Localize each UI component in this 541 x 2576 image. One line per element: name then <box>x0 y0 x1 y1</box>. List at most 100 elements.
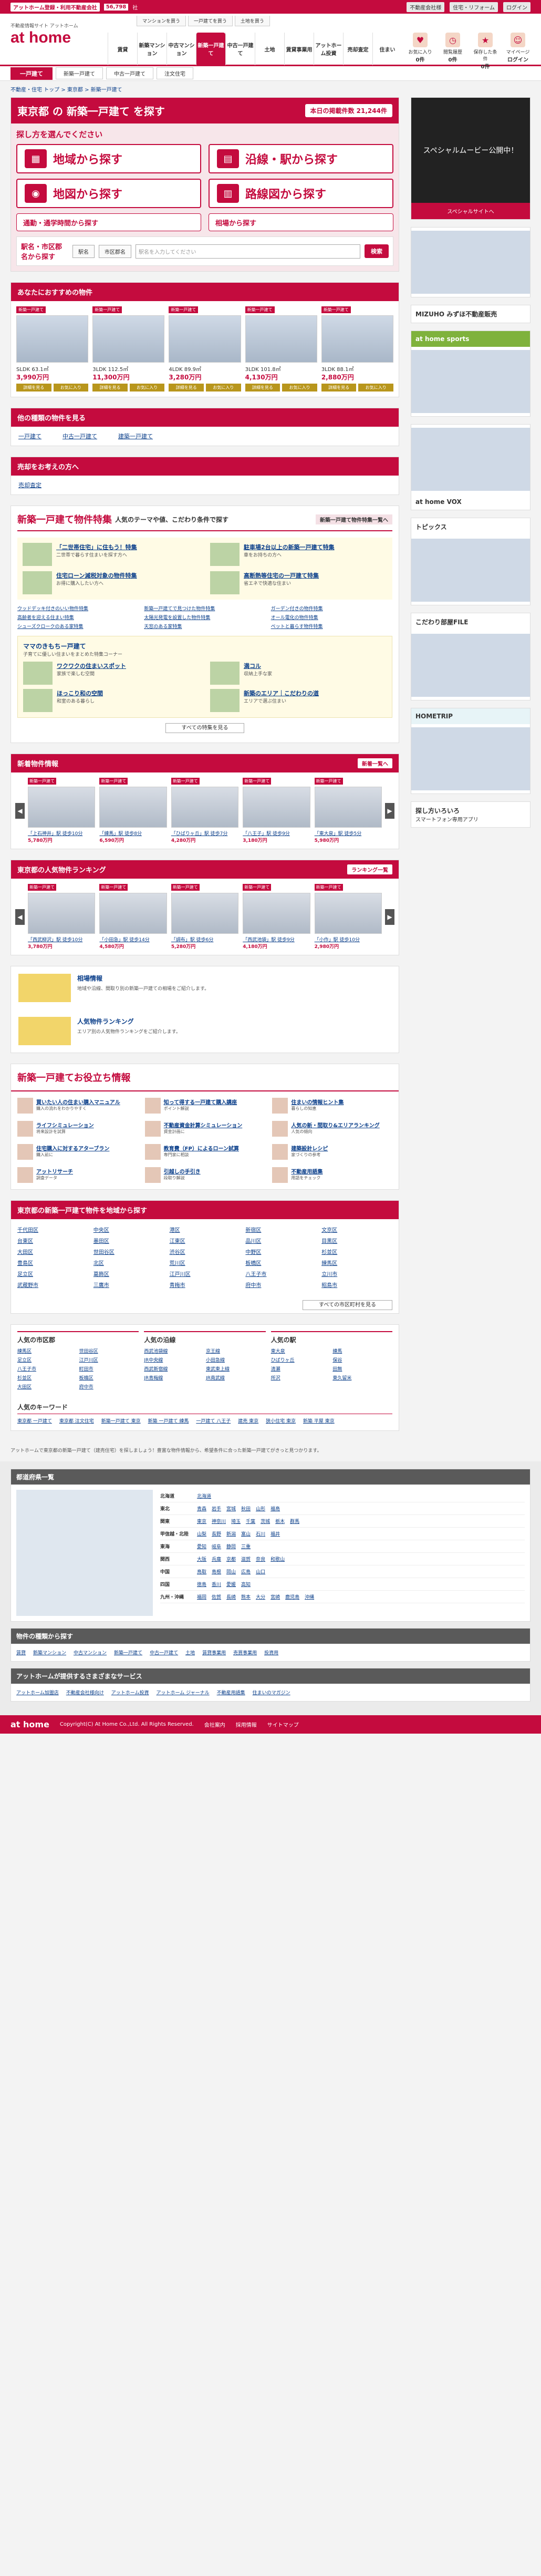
pref-link[interactable]: 文京区 <box>321 1225 392 1233</box>
top-link[interactable]: 住宅・リフォーム <box>450 2 498 12</box>
ranking-banner[interactable] <box>18 1017 71 1045</box>
property-card[interactable]: 新築一戸建て 3LDK 101.8㎡ 4,130万円 詳細を見る お気に入り <box>245 306 317 391</box>
sports-banner[interactable]: at home sports <box>415 335 526 343</box>
detail-button[interactable]: 詳細を見る <box>92 384 128 391</box>
ranking-location[interactable]: 「小作」駅 徒歩10分 <box>315 936 382 943</box>
keyword-link[interactable]: 狭小住宅 東京 <box>266 1417 296 1424</box>
pref-link[interactable]: 豊島区 <box>17 1259 88 1266</box>
all-cities-link[interactable]: すべての市区町村を見る <box>303 1300 392 1310</box>
footer-link[interactable]: 採用情報 <box>236 1720 257 1728</box>
next-arrow-icon[interactable]: ▶ <box>385 802 394 819</box>
useful-title[interactable]: ライフシミュレーション <box>36 1121 94 1129</box>
category-current[interactable]: 一戸建て <box>11 67 53 80</box>
app-link[interactable]: スマートフォン専用アプリ <box>415 815 526 823</box>
theme-title[interactable]: 住宅ローン減税対象の物件特集 <box>56 571 137 580</box>
listing-location[interactable]: 「練馬」駅 徒歩8分 <box>99 830 167 837</box>
prefecture-link[interactable]: 岡山 <box>226 1568 236 1575</box>
useful-item[interactable]: 買いたい人の住まい購入マニュアル 購入の流れをわかりやすく <box>17 1098 138 1114</box>
station-link[interactable]: 清瀬 <box>271 1365 331 1372</box>
city-link[interactable]: 大田区 <box>17 1383 77 1390</box>
property-card[interactable]: 新築一戸建て 4LDK 89.9㎡ 3,280万円 詳細を見る お気に入り <box>169 306 241 391</box>
useful-title[interactable]: 買いたい人の住まい購入マニュアル <box>36 1098 120 1106</box>
keyword-link[interactable]: 一戸建て 八王子 <box>196 1417 231 1424</box>
trip-image[interactable] <box>411 727 530 790</box>
property-image[interactable] <box>92 315 165 363</box>
next-arrow-icon[interactable]: ▶ <box>385 909 394 925</box>
ranking-image[interactable] <box>171 893 239 934</box>
ranking-card[interactable]: 新築一戸建て 「小田急」駅 徒歩14分 4,580万円 <box>99 884 167 950</box>
detail-button[interactable]: 詳細を見る <box>321 384 357 391</box>
useful-item[interactable]: 教育費（FP）によるローン試算 専門家に相談 <box>144 1144 265 1160</box>
ranking-location[interactable]: 「調布」駅 徒歩6分 <box>171 936 238 943</box>
ranking-location[interactable]: 「小田急」駅 徒歩14分 <box>99 936 167 943</box>
pref-link[interactable]: 北区 <box>93 1259 164 1266</box>
feature-item-title[interactable]: 新築のエリア｜こだわりの道 <box>244 689 319 697</box>
prefecture-link[interactable]: 青森 <box>197 1505 206 1512</box>
prefecture-link[interactable]: 福井 <box>270 1530 280 1537</box>
pref-link[interactable]: 武蔵野市 <box>17 1281 88 1289</box>
prefecture-link[interactable]: 三重 <box>241 1543 251 1550</box>
listing-image[interactable] <box>99 787 167 828</box>
prefecture-link[interactable]: 宮崎 <box>270 1593 280 1600</box>
history-button[interactable]: ◷ 閲覧履歴 0件 <box>440 33 465 70</box>
theme-item[interactable]: 「二世帯住宅」に住もう！特集 二世帯で暮らす住まいを探す方へ <box>23 543 200 566</box>
favorite-button[interactable]: ♥ お気に入り 0件 <box>408 33 433 70</box>
subtab[interactable]: 一戸建てを買う <box>188 16 233 26</box>
favorite-button[interactable]: お気に入り <box>206 384 241 391</box>
prefecture-link[interactable]: 愛媛 <box>226 1581 236 1588</box>
service-link[interactable]: 不動産用語集 <box>217 1689 245 1696</box>
feature-item-title[interactable]: ワクワクの住まいスポット <box>57 662 126 670</box>
listing-location[interactable]: 「八王子」駅 徒歩9分 <box>243 830 310 837</box>
detail-button[interactable]: 詳細を見る <box>245 384 280 391</box>
listing-card[interactable]: 新築一戸建て 「上石神井」駅 徒歩10分 5,780万円 <box>28 778 96 843</box>
city-link[interactable]: 江戸川区 <box>79 1356 139 1363</box>
property-card[interactable]: 新築一戸建て 3LDK 112.5㎡ 11,300万円 詳細を見る お気に入り <box>92 306 165 391</box>
nav-item[interactable]: アットホーム投資 <box>314 33 343 65</box>
prefecture-link[interactable]: 山梨 <box>197 1530 206 1537</box>
nav-item[interactable]: 新築マンション <box>137 33 167 65</box>
city-link[interactable]: 世田谷区 <box>79 1347 139 1354</box>
favorite-button[interactable]: お気に入り <box>53 384 89 391</box>
market-banner[interactable] <box>18 974 71 1002</box>
footer-logo[interactable]: at home <box>11 1719 49 1729</box>
station-link[interactable]: 保谷 <box>332 1356 392 1363</box>
useful-title[interactable]: 知って得する一戸建て購入講座 <box>164 1098 237 1106</box>
prefecture-link[interactable]: 長崎 <box>226 1593 236 1600</box>
useful-title[interactable]: 不動産資金計算シミュレーション <box>164 1121 243 1129</box>
pref-link[interactable]: 葛飾区 <box>93 1270 164 1277</box>
theme-title[interactable]: 駐車場2台以上の新築一戸建て特集 <box>244 543 335 551</box>
category-item[interactable]: 注文住宅 <box>157 67 193 79</box>
listing-location[interactable]: 「東大泉」駅 徒歩5分 <box>315 830 382 837</box>
station-link[interactable]: 所沢 <box>271 1374 331 1381</box>
file-banner[interactable]: こだわり部屋FILE <box>415 617 526 626</box>
ranking-image[interactable] <box>243 893 310 934</box>
prefecture-link[interactable]: 宮城 <box>226 1505 236 1512</box>
type-link[interactable]: 中古一戸建て <box>63 432 97 440</box>
nav-item[interactable]: 売却査定 <box>343 33 372 65</box>
theme-item[interactable]: 住宅ローン減税対象の物件特集 お得に購入したい方へ <box>23 571 200 594</box>
ad-link[interactable]: スペシャルサイトへ <box>447 209 494 215</box>
prefecture-link[interactable]: 鳥取 <box>197 1568 206 1575</box>
prefecture-link[interactable]: 山形 <box>256 1505 265 1512</box>
useful-title[interactable]: 不動産用語集 <box>291 1167 322 1175</box>
property-image[interactable] <box>16 315 89 363</box>
pref-link[interactable]: 昭島市 <box>321 1281 392 1289</box>
favorite-button[interactable]: お気に入り <box>129 384 165 391</box>
useful-title[interactable]: 引越しの手引き <box>164 1167 201 1175</box>
useful-item[interactable]: ライフシミュレーション 将来設計を試算 <box>17 1121 138 1137</box>
useful-item[interactable]: 住まいの情報ヒント集 暮らしの知恵 <box>272 1098 392 1114</box>
type-link[interactable]: 一戸建て <box>18 432 41 440</box>
useful-item[interactable]: 建築設計レシピ 家づくりの参考 <box>272 1144 392 1160</box>
service-link[interactable]: アットホーム加盟店 <box>16 1689 59 1696</box>
info-title[interactable]: 相場情報 <box>77 974 209 983</box>
kind-link[interactable]: 土地 <box>185 1649 195 1656</box>
kind-link[interactable]: 新築一戸建て <box>114 1649 142 1656</box>
nav-item[interactable]: 賃貸事業用 <box>284 33 314 65</box>
line-link[interactable]: 西武新宿線 <box>144 1365 204 1372</box>
pref-link[interactable]: 新宿区 <box>245 1225 316 1233</box>
station-link[interactable]: 東久留米 <box>332 1374 392 1381</box>
kind-link[interactable]: 賃貸 <box>16 1649 26 1656</box>
feature-item[interactable]: 満コル 収納上手な家 <box>210 662 387 685</box>
useful-item[interactable]: 引越しの手引き 段取り解説 <box>144 1167 265 1183</box>
useful-title[interactable]: 建築設計レシピ <box>291 1144 328 1152</box>
